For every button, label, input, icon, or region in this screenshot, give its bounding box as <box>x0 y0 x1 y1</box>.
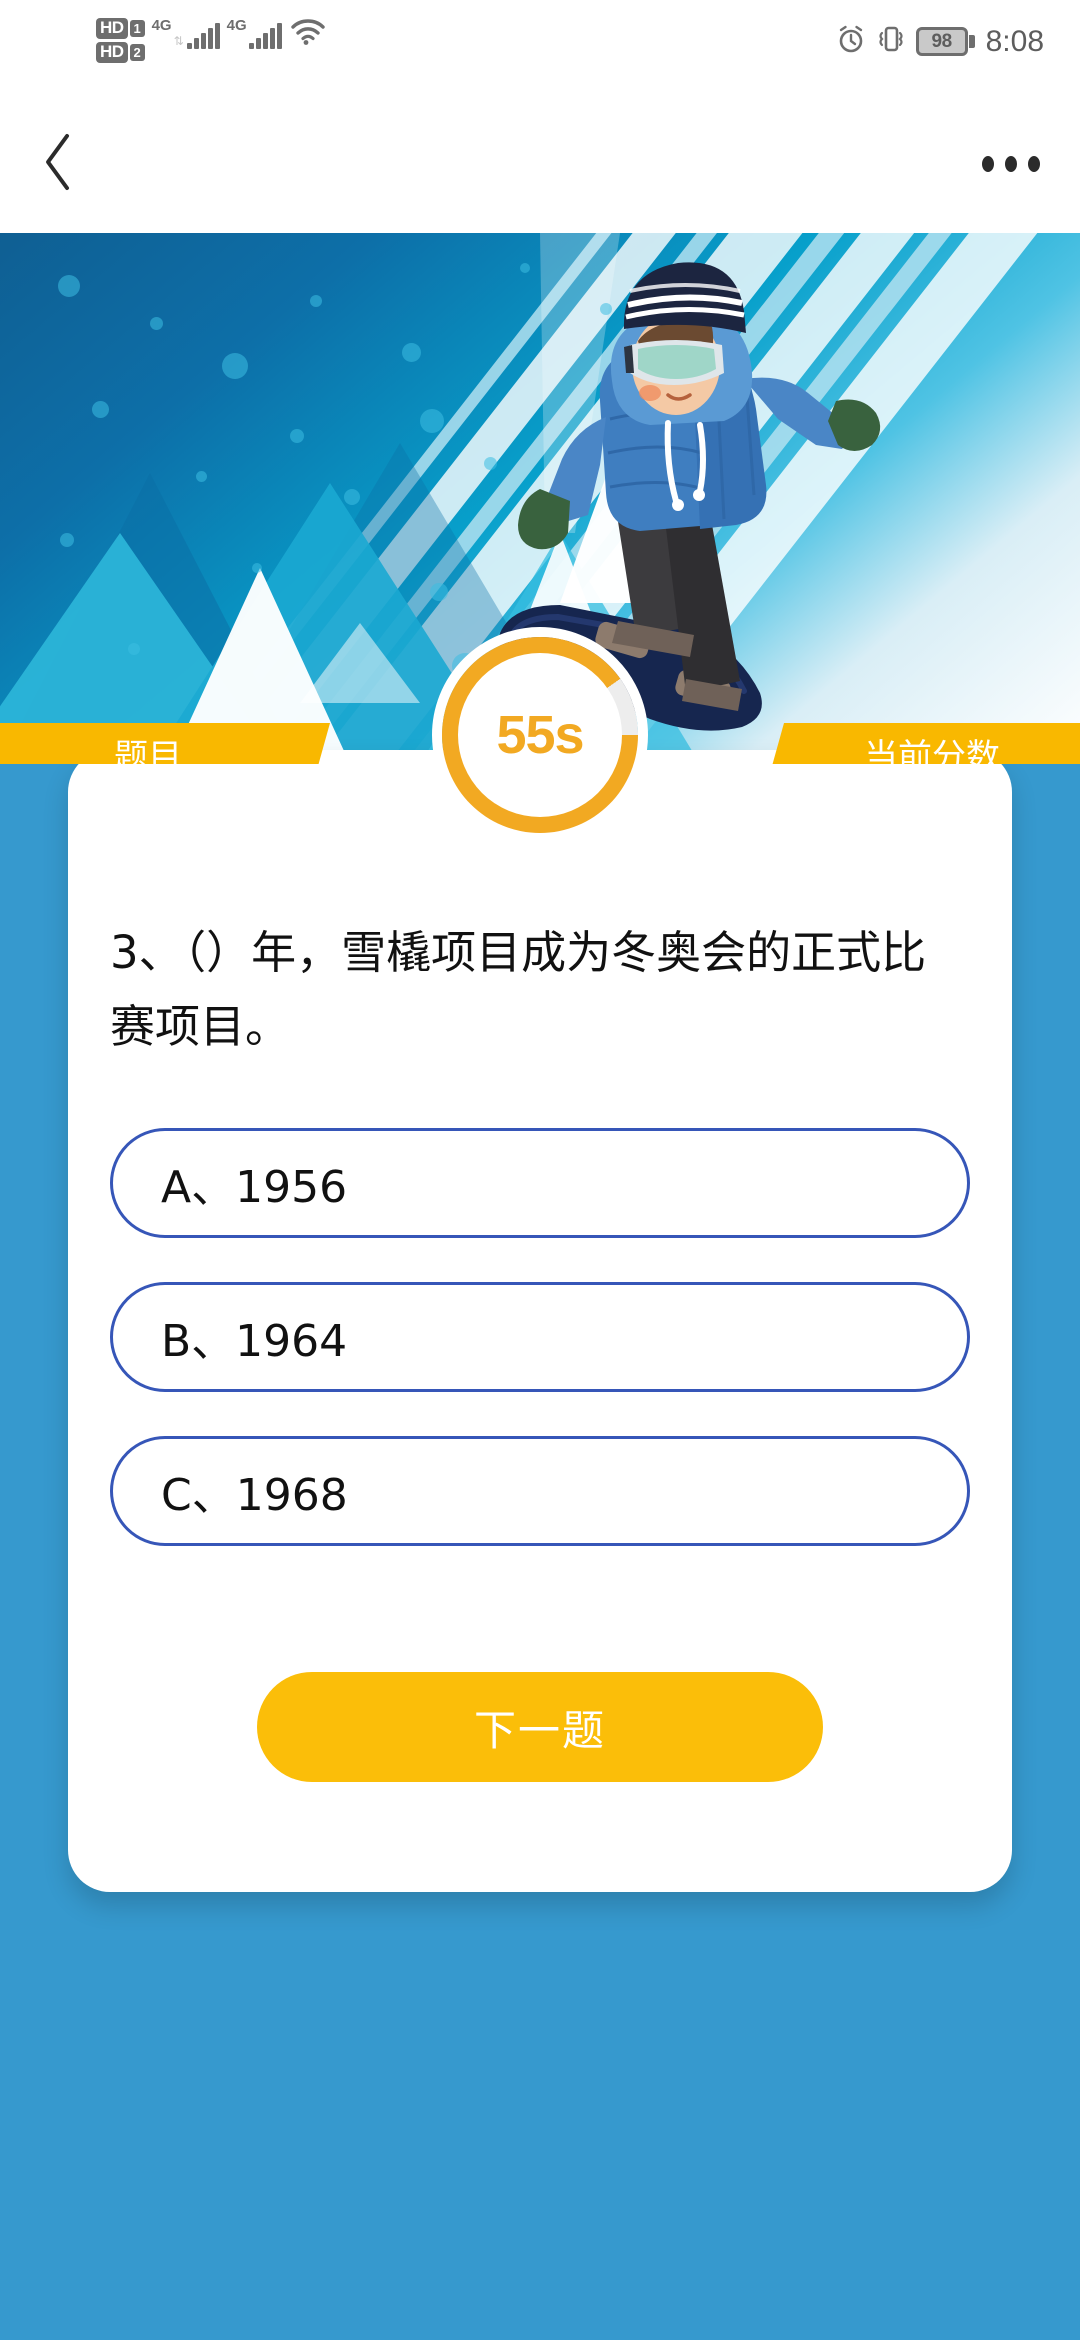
question-counter-tag: 题目 3/10 <box>0 723 330 764</box>
network-type-label-1: 4G <box>152 18 172 33</box>
more-dot-2 <box>1005 156 1017 172</box>
status-bar-right-icons: 98 8:08 <box>836 24 1044 59</box>
quiz-card: 3、（）年，雪橇项目成为冬奥会的正式比赛项目。 A、1956 B、1964 C、… <box>68 750 1012 1892</box>
status-bar-left-icons: HD 1 HD 2 4G ⇅ 4G <box>96 18 325 63</box>
more-options-button[interactable] <box>966 132 1056 196</box>
score-tag: 当前分数 10 <box>750 723 1080 764</box>
timer-inner: 55s <box>458 653 622 817</box>
signal-bars-icon-1 <box>187 23 220 49</box>
alarm-clock-icon <box>836 24 866 59</box>
more-dot-1 <box>982 156 994 172</box>
back-chevron-icon <box>41 132 75 197</box>
app-nav-bar <box>0 88 1080 233</box>
signal-sim2: 4G <box>227 18 282 49</box>
data-transfer-icon-1: ⇅ <box>174 34 184 48</box>
sim-number-1: 1 <box>130 20 145 37</box>
timer-value: 55s <box>496 704 583 766</box>
status-bar-clock: 8:08 <box>986 27 1044 57</box>
answer-option-b[interactable]: B、1964 <box>110 1282 970 1392</box>
signal-sim1: 4G ⇅ <box>152 18 220 49</box>
sim2-hd-indicator: HD 2 <box>96 42 145 63</box>
signal-bars-icon-2 <box>249 23 282 49</box>
sim1-hd-indicator: HD 1 <box>96 18 145 39</box>
sim-number-2: 2 <box>130 44 145 61</box>
more-dot-3 <box>1028 156 1040 172</box>
question-text: 3、（）年，雪橇项目成为冬奥会的正式比赛项目。 <box>110 916 970 1064</box>
battery-percent-label: 98 <box>932 31 952 53</box>
hd-volte-indicators: HD 1 HD 2 <box>96 18 145 63</box>
hd-icon-2: HD <box>96 42 128 63</box>
network-type-label-2: 4G <box>227 18 247 33</box>
hd-icon-1: HD <box>96 18 128 39</box>
countdown-timer: 55s <box>442 637 638 833</box>
answer-options-list: A、1956 B、1964 C、1968 <box>110 1128 970 1590</box>
battery-icon: 98 <box>916 27 975 56</box>
status-bar: HD 1 HD 2 4G ⇅ 4G <box>0 0 1080 88</box>
back-button[interactable] <box>22 128 94 200</box>
answer-option-c[interactable]: C、1968 <box>110 1436 970 1546</box>
next-question-button[interactable]: 下一题 <box>257 1672 823 1782</box>
wifi-icon <box>291 18 325 51</box>
vibrate-icon <box>877 24 905 59</box>
question-counter-label: 题目 <box>114 738 182 764</box>
answer-option-a[interactable]: A、1956 <box>110 1128 970 1238</box>
score-label: 当前分数 <box>864 738 1000 764</box>
